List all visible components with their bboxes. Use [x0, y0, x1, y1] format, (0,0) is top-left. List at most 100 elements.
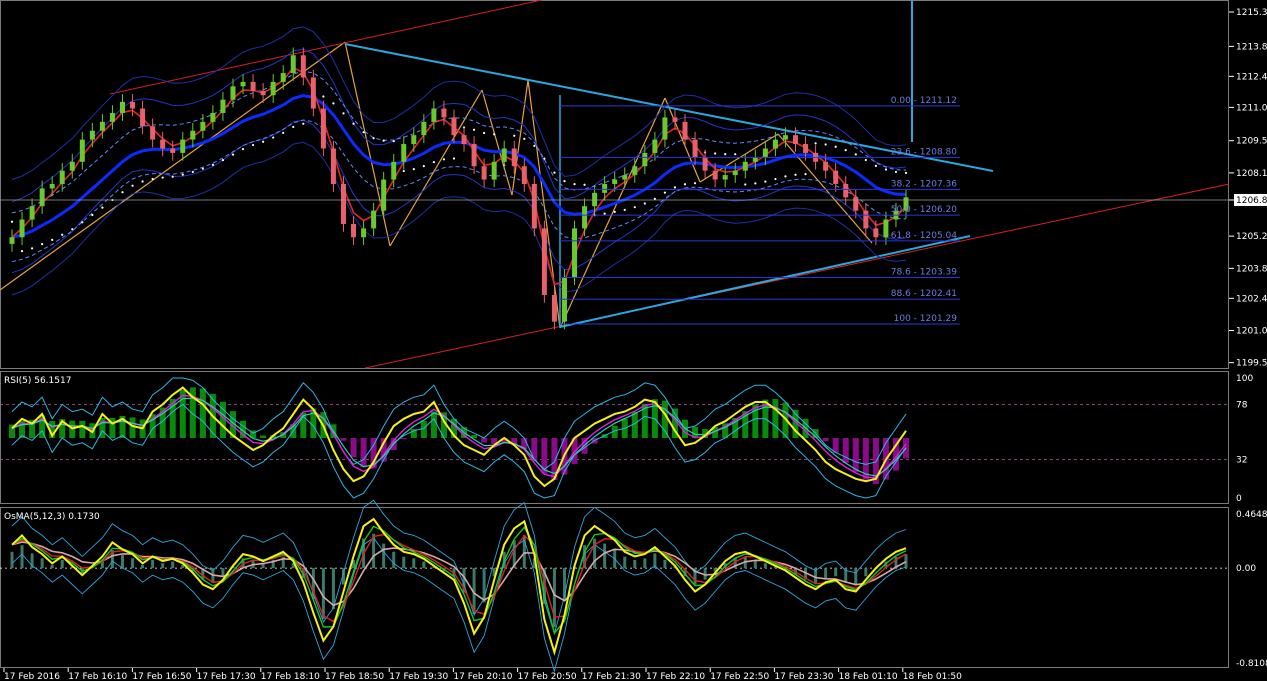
sar-dot [493, 133, 496, 136]
osma-histogram-bar [171, 561, 175, 569]
candle-body [170, 148, 176, 153]
osma-histogram-bar [412, 558, 416, 569]
rsi-histogram-bar [260, 435, 267, 438]
rsi-tick-label: 78 [1236, 400, 1248, 410]
sar-dot [904, 171, 908, 174]
candle-body [130, 101, 136, 109]
sar-dot [714, 152, 717, 155]
trading-chart[interactable]: 0.00 - 1211.12 23.6 - 1208.80 38.2 - 1207.… [0, 0, 1267, 681]
osma-histogram-bar [10, 551, 14, 569]
fib-level-label: 0.00 - 1211.12 [891, 96, 957, 106]
sar-dot [513, 134, 516, 137]
sar-dot [432, 160, 435, 164]
sar-dot [523, 137, 526, 140]
candle-body [150, 126, 156, 140]
candle-body [119, 101, 125, 113]
candle-body [863, 210, 869, 229]
rsi-lower-band [11, 403, 907, 499]
sar-dot [241, 148, 245, 151]
sar-dot [804, 173, 807, 176]
rsi-pane[interactable] [0, 377, 1229, 499]
sar-dot [874, 164, 877, 167]
candle-body [340, 184, 346, 224]
sar-dot [412, 168, 415, 171]
sar-dot [81, 221, 84, 224]
price-tick-label: 1202.45 [1236, 294, 1267, 304]
fib-level-label: 88.6 - 1202.41 [891, 289, 957, 299]
sar-dot [724, 152, 727, 156]
osma-histogram-bar [402, 556, 406, 569]
candle-body [391, 161, 397, 180]
sar-dot [10, 220, 14, 223]
sar-dot [30, 247, 34, 250]
candle-body [320, 108, 326, 149]
time-tick-label: 17 Feb 2016 [4, 672, 60, 681]
sar-dot [483, 131, 486, 135]
rsi-histogram-bar [350, 438, 357, 458]
candle-body [160, 139, 166, 149]
sar-dot [231, 153, 235, 156]
candle-body [270, 81, 276, 96]
price-tick-label: 1205.25 [1236, 232, 1267, 242]
sar-dot [171, 175, 174, 178]
osma-histogram-bar [834, 568, 838, 577]
osma-histogram-bar [50, 564, 54, 569]
candle-body [109, 112, 115, 122]
candle-body [712, 170, 718, 180]
time-tick-label: 17 Feb 20:50 [518, 672, 577, 681]
candle-body [190, 130, 196, 140]
price-tick-label: 1199.55 [1236, 359, 1267, 369]
sar-dot [442, 158, 446, 161]
candle-body [551, 294, 557, 322]
sar-dot [673, 186, 677, 189]
price-tick-label: 1215.35 [1236, 8, 1267, 18]
time-tick-label: 17 Feb 19:30 [389, 672, 448, 681]
osma-histogram-bar [20, 545, 24, 569]
candle-body [421, 121, 427, 136]
candle-body [49, 184, 55, 189]
fib-level-label: 100 - 1201.29 [894, 314, 958, 324]
time-tick-label: 17 Feb 22:50 [710, 672, 769, 681]
candle-body [19, 219, 25, 238]
sar-dot [251, 143, 255, 147]
sar-dot [201, 167, 204, 170]
sar-dot [282, 131, 285, 134]
fib-level-label: 23.6 - 1208.80 [891, 147, 957, 157]
price-tick-label: 1211.05 [1236, 103, 1267, 113]
axes: 1215.35 1213.80 1212.45 1211.05 1209.55 1208.… [3, 8, 1267, 681]
sar-dot [141, 180, 144, 183]
sar-dot [472, 128, 476, 131]
sar-dot [784, 175, 787, 178]
osma-histogram-bar [40, 558, 44, 569]
rsi-histogram-bar [340, 438, 347, 441]
sar-dot [734, 153, 737, 156]
sar-dot [894, 170, 898, 174]
osma-histogram-bar [643, 558, 647, 569]
sar-dot [774, 177, 777, 181]
candle-body [210, 112, 216, 122]
time-tick-label: 17 Feb 18:10 [261, 672, 320, 681]
sar-dot [41, 242, 44, 246]
candle-body [9, 237, 15, 244]
sar-dot [663, 191, 667, 194]
candle-body [250, 81, 256, 91]
candle-body [381, 179, 387, 211]
sar-dot [342, 112, 345, 115]
candle-body [782, 135, 788, 140]
sar-dot [854, 153, 857, 156]
time-tick-label: 18 Feb 01:50 [903, 672, 962, 681]
osma-histogram-bar [633, 559, 637, 569]
osma-histogram-bar [763, 563, 767, 569]
rsi-label: RSI(5) 56.1517 [4, 376, 71, 386]
price-pane[interactable]: 0.00 - 1211.12 23.6 - 1208.80 38.2 - 1207.… [0, 0, 1230, 369]
candle-body [300, 55, 306, 78]
osma-histogram-bar [141, 564, 145, 569]
osma-red-line [11, 533, 907, 623]
candle-body [180, 139, 186, 153]
sar-dot [573, 183, 576, 186]
rsi-histogram-bar [842, 438, 849, 463]
candle-body [702, 157, 708, 171]
candle-body [521, 166, 527, 184]
candle-body [59, 170, 65, 184]
osma-pane[interactable] [0, 499, 1229, 673]
